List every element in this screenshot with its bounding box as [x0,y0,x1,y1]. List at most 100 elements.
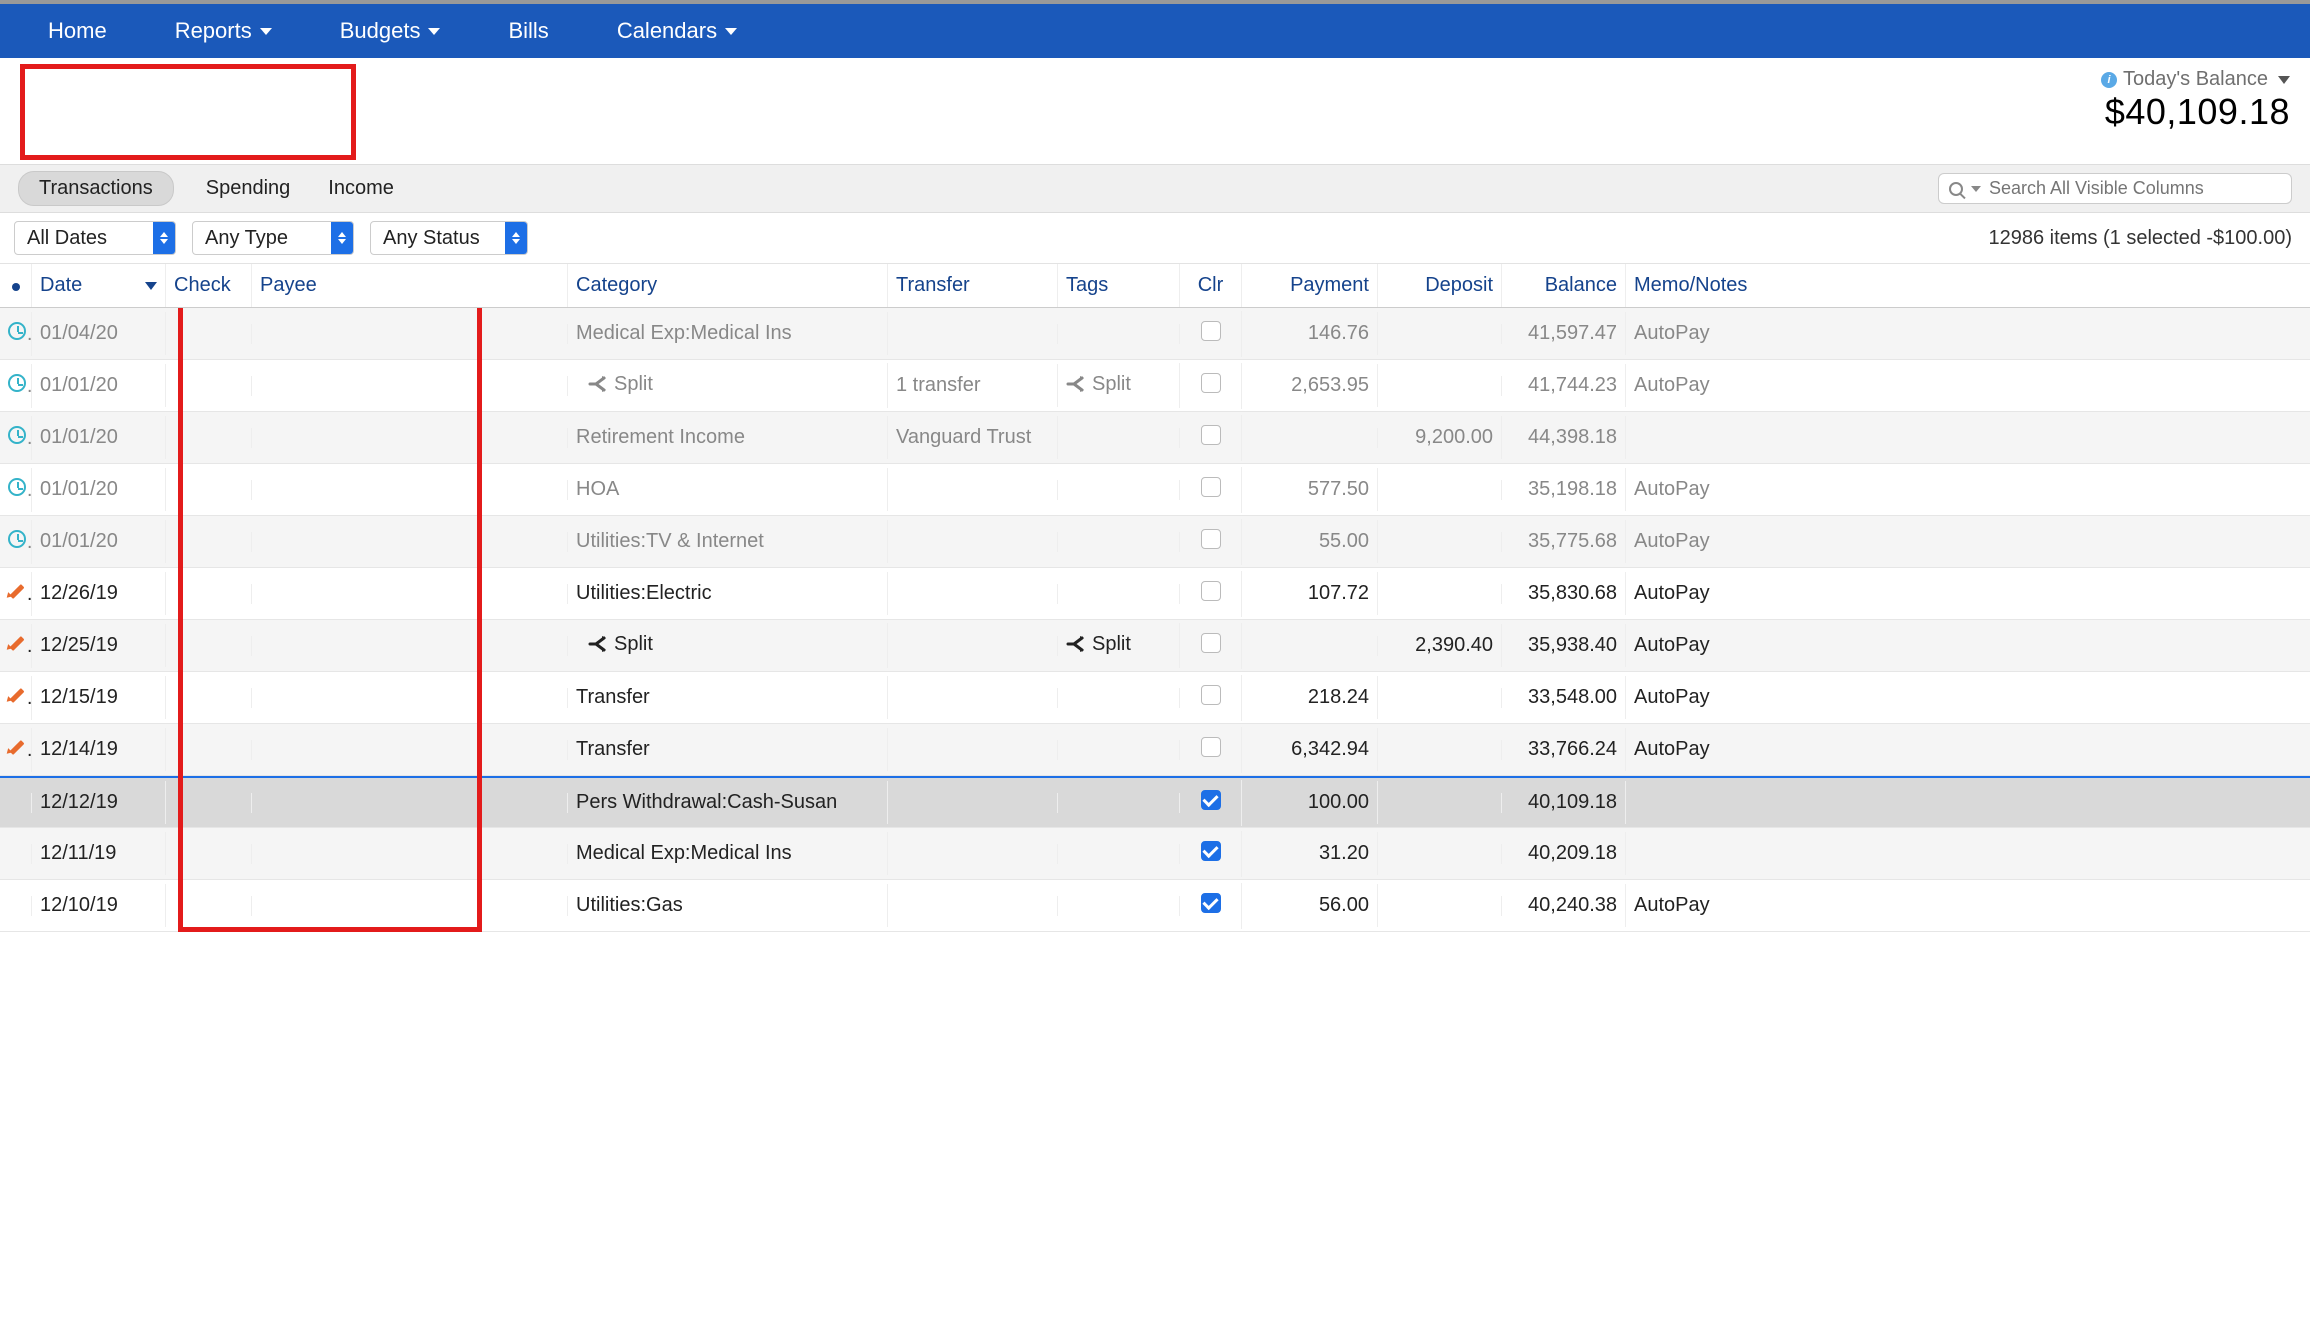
caret-down-icon [2278,76,2290,84]
cell-category: HOA [576,478,619,500]
balance-block: i Today's Balance $40,109.18 [2101,68,2294,164]
cleared-checkbox[interactable] [1201,893,1221,913]
clock-icon [8,322,26,340]
col-balance[interactable]: Balance [1502,264,1626,307]
nav-calendars[interactable]: Calendars [597,18,757,44]
cell-category: Utilities:TV & Internet [576,530,764,552]
filter-dates[interactable]: All Dates [14,221,176,255]
cell-balance: 40,240.38 [1528,894,1617,916]
cell-date: 01/01/20 [40,530,118,553]
pencil-icon [8,738,26,756]
col-category[interactable]: Category [568,264,888,307]
cell-payment: 6,342.94 [1291,738,1369,760]
table-row[interactable]: 01/01/20Utilities:TV & Internet55.0035,7… [0,516,2310,568]
cell-payment: 56.00 [1319,894,1369,916]
cell-transfer: 1 transfer [896,374,980,396]
table-row[interactable]: 01/01/20HOA577.5035,198.18AutoPay [0,464,2310,516]
cell-date: 01/04/20 [40,322,118,345]
table-row[interactable]: 01/04/20Medical Exp:Medical Ins146.7641,… [0,308,2310,360]
filter-dates-label: All Dates [15,227,119,250]
search-input[interactable] [1989,178,2281,199]
cell-category: Utilities:Electric [576,582,712,604]
col-date[interactable]: Date [32,264,166,307]
col-status[interactable] [0,264,32,307]
grid-header: Date Check Payee Category Transfer Tags … [0,264,2310,308]
table-row[interactable]: 01/01/20Split1 transferSplit2,653.9541,7… [0,360,2310,412]
cell-deposit: 2,390.40 [1415,634,1493,656]
cell-balance: 35,938.40 [1528,634,1617,656]
cleared-checkbox[interactable] [1201,581,1221,601]
cell-memo: AutoPay [1634,478,1710,500]
cell-payment: 577.50 [1308,478,1369,500]
pencil-icon [8,686,26,704]
tab-spending[interactable]: Spending [206,177,291,200]
nav-bills[interactable]: Bills [488,18,568,44]
cell-balance: 33,766.24 [1528,738,1617,760]
col-transfer[interactable]: Transfer [888,264,1058,307]
split-icon [1066,376,1086,392]
col-tags[interactable]: Tags [1058,264,1180,307]
cleared-checkbox[interactable] [1201,529,1221,549]
cell-balance: 44,398.18 [1528,426,1617,448]
cleared-checkbox[interactable] [1201,633,1221,653]
main-nav: Home Reports Budgets Bills Calendars [0,4,2310,58]
cleared-checkbox[interactable] [1201,321,1221,341]
cleared-checkbox[interactable] [1201,790,1221,810]
col-payment[interactable]: Payment [1242,264,1378,307]
cell-payment: 2,653.95 [1291,374,1369,396]
cell-balance: 40,209.18 [1528,842,1617,864]
col-memo[interactable]: Memo/Notes [1626,264,2310,307]
cell-category: Retirement Income [576,426,745,448]
table-row[interactable]: 12/15/19Transfer218.2433,548.00AutoPay [0,672,2310,724]
table-row[interactable]: 12/12/19Pers Withdrawal:Cash-Susan100.00… [0,776,2310,828]
table-row[interactable]: 12/11/19Medical Exp:Medical Ins31.2040,2… [0,828,2310,880]
cell-category: Transfer [576,686,650,708]
info-icon: i [2101,72,2117,88]
nav-reports[interactable]: Reports [155,18,292,44]
cleared-checkbox[interactable] [1201,425,1221,445]
filter-type[interactable]: Any Type [192,221,354,255]
col-payee[interactable]: Payee [252,264,568,307]
nav-home[interactable]: Home [28,18,127,44]
col-clr[interactable]: Clr [1180,264,1242,307]
cell-balance: 35,775.68 [1528,530,1617,552]
filter-status-label: Any Status [371,227,492,250]
tab-transactions[interactable]: Transactions [18,171,174,206]
cleared-checkbox[interactable] [1201,373,1221,393]
split-icon [1066,636,1086,652]
balance-label-row[interactable]: i Today's Balance [2101,68,2290,91]
cell-memo: AutoPay [1634,322,1710,344]
search-field[interactable] [1938,173,2292,204]
cell-date: 12/26/19 [40,582,118,605]
nav-budgets-label: Budgets [340,18,421,44]
search-options-caret-icon[interactable] [1971,186,1981,192]
search-icon [1949,182,1963,196]
tab-income[interactable]: Income [328,177,394,200]
cleared-checkbox[interactable] [1201,841,1221,861]
table-row[interactable]: 01/01/20Retirement IncomeVanguard Trust9… [0,412,2310,464]
table-row[interactable]: 12/10/19Utilities:Gas56.0040,240.38AutoP… [0,880,2310,932]
col-deposit[interactable]: Deposit [1378,264,1502,307]
table-row[interactable]: 12/14/19Transfer6,342.9433,766.24AutoPay [0,724,2310,776]
cell-memo: AutoPay [1634,582,1710,604]
nav-budgets[interactable]: Budgets [320,18,461,44]
cell-balance: 35,830.68 [1528,582,1617,604]
cell-category: Split [614,373,653,396]
pencil-icon [8,634,26,652]
sort-desc-icon [145,282,157,290]
cleared-checkbox[interactable] [1201,737,1221,757]
cell-payment: 31.20 [1319,842,1369,864]
table-row[interactable]: 12/26/19Utilities:Electric107.7235,830.6… [0,568,2310,620]
cleared-checkbox[interactable] [1201,477,1221,497]
col-check[interactable]: Check [166,264,252,307]
cleared-checkbox[interactable] [1201,685,1221,705]
cell-tags: Split [1092,373,1131,396]
cell-category: Pers Withdrawal:Cash-Susan [576,791,837,813]
cell-date: 12/11/19 [40,842,116,865]
caret-down-icon [260,28,272,35]
table-row[interactable]: 12/25/19SplitSplit2,390.4035,938.40AutoP… [0,620,2310,672]
filter-status[interactable]: Any Status [370,221,528,255]
cell-memo: AutoPay [1634,530,1710,552]
clock-icon [8,478,26,496]
stepper-arrows-icon [505,222,527,254]
